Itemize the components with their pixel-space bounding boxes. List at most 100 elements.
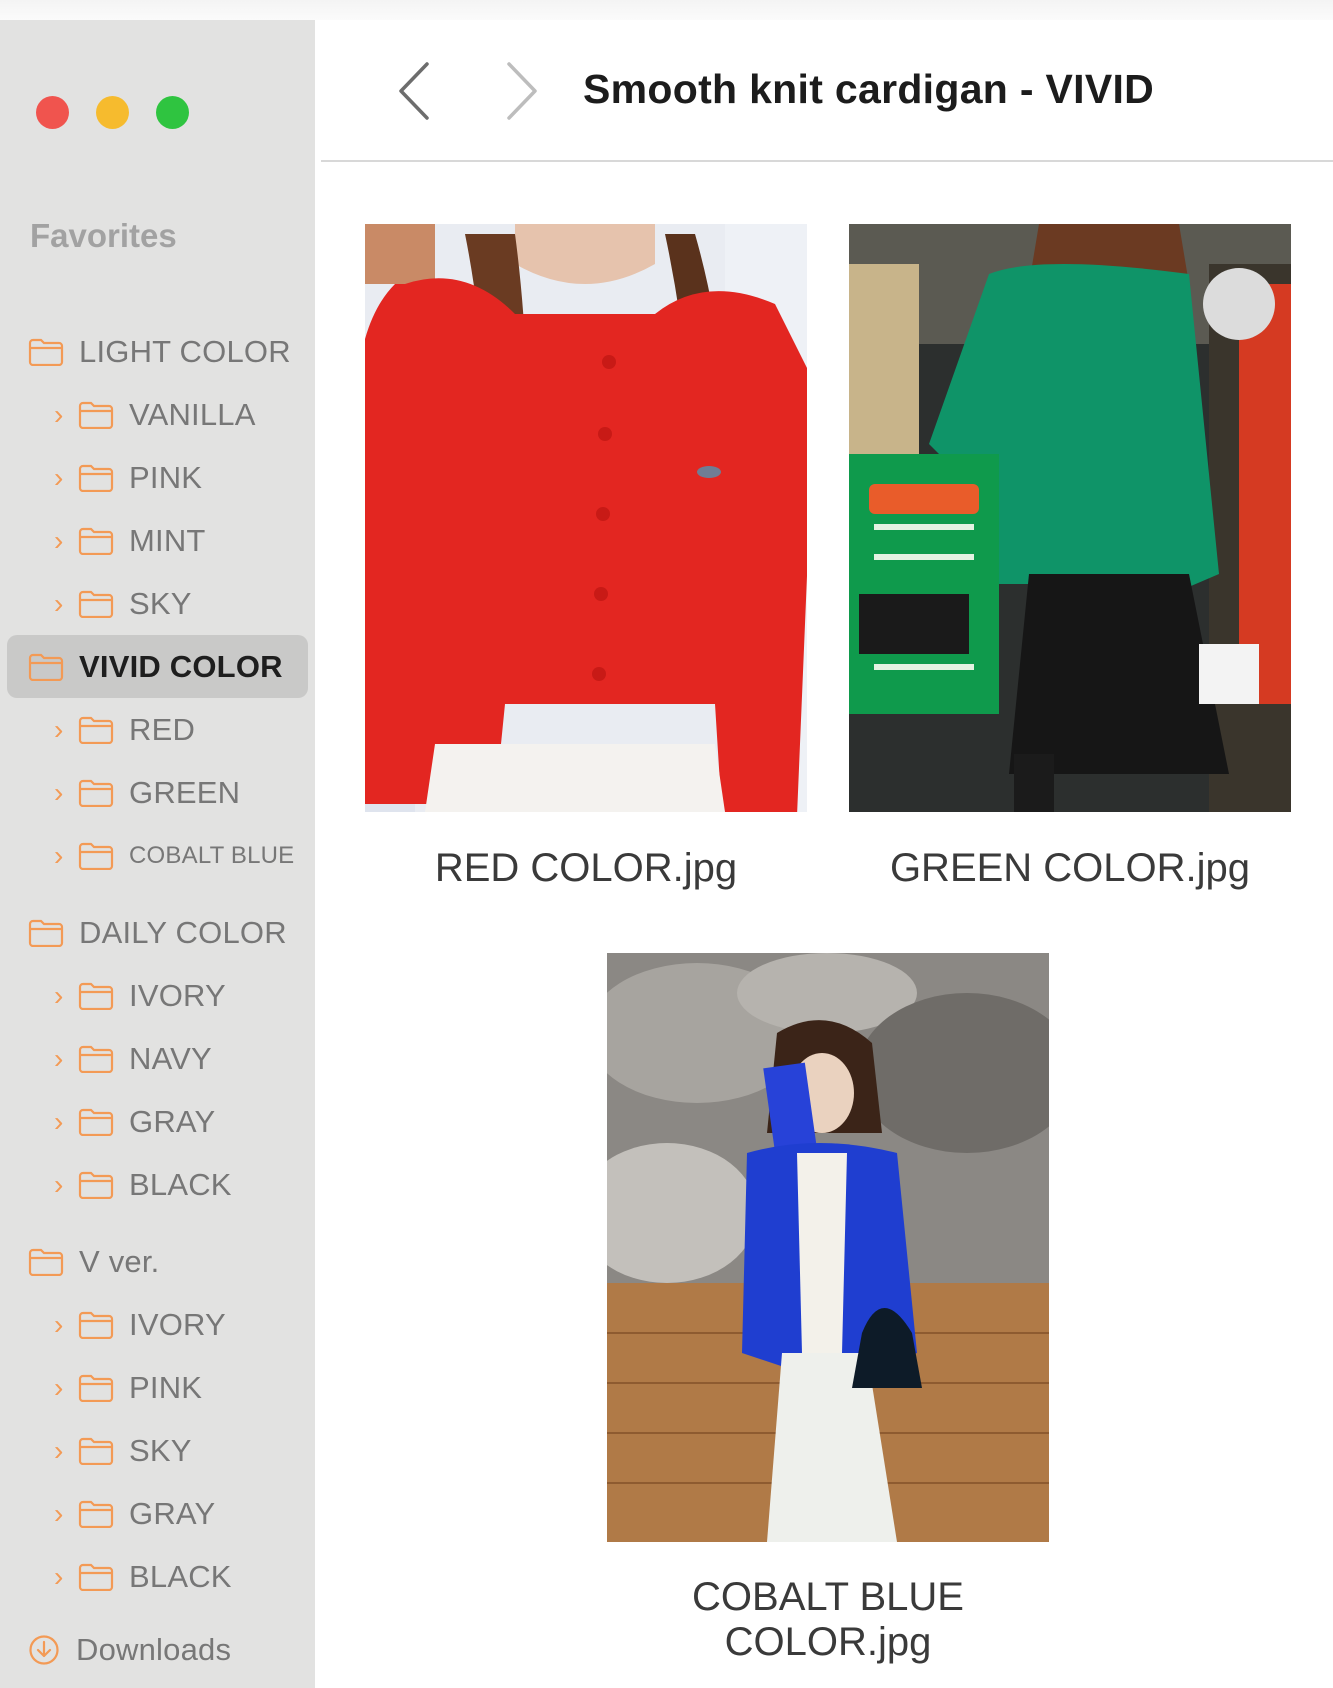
sidebar-item-ivory[interactable]: › IVORY: [0, 964, 315, 1027]
chevron-right-icon[interactable]: ›: [54, 1562, 68, 1591]
folder-icon: [28, 653, 64, 681]
file-name[interactable]: GREEN COLOR.jpg: [849, 846, 1291, 891]
folder-icon: [78, 401, 114, 429]
folder-icon: [78, 1500, 114, 1528]
toolbar: Smooth knit cardigan - VIVID: [321, 20, 1333, 162]
sidebar-item-label: IVORY: [129, 1306, 226, 1342]
sidebar-item-label: SKY: [129, 585, 192, 621]
chevron-right-icon[interactable]: ›: [54, 1436, 68, 1465]
photo-green-cardigan: [849, 224, 1291, 812]
sidebar-item-green[interactable]: › GREEN: [0, 761, 315, 824]
folder-icon: [28, 338, 64, 366]
folder-icon: [78, 1374, 114, 1402]
folder-icon: [78, 1437, 114, 1465]
sidebar-group-v-ver[interactable]: V ver.: [0, 1230, 315, 1293]
sidebar-group-label: VIVID COLOR: [79, 648, 283, 684]
folder-icon: [78, 842, 114, 870]
sidebar-item-black[interactable]: › BLACK: [0, 1153, 315, 1216]
photo-cobalt-blue-cardigan: [607, 953, 1049, 1542]
download-circle-icon: [29, 1634, 59, 1665]
sidebar-group-label: DAILY COLOR: [79, 914, 287, 950]
sidebar-item-sky[interactable]: › SKY: [0, 572, 315, 635]
sidebar-group-light-color[interactable]: LIGHT COLOR: [0, 320, 315, 383]
folder-icon: [78, 527, 114, 555]
sidebar-item-gray[interactable]: › GRAY: [0, 1090, 315, 1153]
folder-icon: [78, 1108, 114, 1136]
file-thumbnail-cobalt-blue[interactable]: [607, 953, 1049, 1542]
sidebar-item-label: NAVY: [129, 1040, 212, 1076]
chevron-right-icon[interactable]: ›: [54, 1373, 68, 1402]
folder-icon: [78, 464, 114, 492]
chevron-right-icon[interactable]: ›: [54, 981, 68, 1010]
sidebar-item-label: BLACK: [129, 1166, 232, 1202]
chevron-right-icon[interactable]: ›: [54, 400, 68, 429]
sidebar-item-downloads[interactable]: Downloads: [0, 1618, 315, 1681]
sidebar-item-v-gray[interactable]: › GRAY: [0, 1482, 315, 1545]
chevron-right-icon[interactable]: ›: [54, 1107, 68, 1136]
sidebar-item-v-pink[interactable]: › PINK: [0, 1356, 315, 1419]
chevron-right-icon[interactable]: ›: [54, 778, 68, 807]
folder-icon: [78, 716, 114, 744]
sidebar-item-label: PINK: [129, 1369, 203, 1405]
sidebar-item-label: GRAY: [129, 1103, 216, 1139]
sidebar-item-label: SKY: [129, 1432, 192, 1468]
chevron-right-icon[interactable]: ›: [54, 463, 68, 492]
sidebar-item-red[interactable]: › RED: [0, 698, 315, 761]
chevron-right-icon[interactable]: ›: [54, 841, 68, 870]
sidebar-item-label: Downloads: [76, 1631, 232, 1667]
chevron-right-icon[interactable]: ›: [54, 589, 68, 618]
file-name[interactable]: RED COLOR.jpg: [365, 846, 807, 891]
sidebar-item-cobalt-blue[interactable]: › COBALT BLUE: [0, 824, 315, 887]
sidebar-item-label: GREEN: [129, 774, 241, 810]
sidebar-item-v-ivory[interactable]: › IVORY: [0, 1293, 315, 1356]
sidebar-item-label: BLACK: [129, 1558, 232, 1594]
sidebar-list: LIGHT COLOR › VANILLA › PINK › MINT › SK…: [0, 320, 315, 1681]
sidebar-item-label: MINT: [129, 522, 206, 558]
minimize-button[interactable]: [96, 96, 129, 129]
traffic-lights: [36, 96, 189, 129]
sidebar-item-pink[interactable]: › PINK: [0, 446, 315, 509]
chevron-right-icon[interactable]: ›: [54, 1310, 68, 1339]
folder-icon: [78, 1563, 114, 1591]
file-name[interactable]: COBALT BLUE COLOR.jpg: [607, 1575, 1049, 1665]
chevron-right-icon[interactable]: ›: [54, 1170, 68, 1199]
sidebar-group-label: V ver.: [79, 1243, 160, 1279]
folder-icon: [78, 1045, 114, 1073]
favorites-heading: Favorites: [30, 217, 177, 254]
sidebar-group-vivid-color[interactable]: VIVID COLOR: [7, 635, 308, 698]
sidebar-item-label: VANILLA: [129, 396, 256, 432]
chevron-right-icon[interactable]: ›: [54, 1044, 68, 1073]
close-button[interactable]: [36, 96, 69, 129]
main-content: Smooth knit cardigan - VIVID RED COLOR.j…: [315, 20, 1333, 1688]
chevron-right-icon[interactable]: [501, 60, 541, 122]
folder-icon: [28, 919, 64, 947]
file-thumbnail-red[interactable]: [365, 224, 807, 812]
chevron-right-icon[interactable]: ›: [54, 526, 68, 555]
folder-icon: [78, 590, 114, 618]
window-title: Smooth knit cardigan - VIVID: [583, 66, 1155, 112]
chevron-right-icon[interactable]: ›: [54, 715, 68, 744]
folder-icon: [78, 982, 114, 1010]
chevron-left-icon[interactable]: [395, 60, 435, 122]
folder-icon: [28, 1248, 64, 1276]
sidebar-item-label: COBALT BLUE: [129, 841, 295, 869]
sidebar-item-mint[interactable]: › MINT: [0, 509, 315, 572]
sidebar-item-v-black[interactable]: › BLACK: [0, 1545, 315, 1608]
sidebar: Favorites LIGHT COLOR › VANILLA › PINK ›…: [0, 20, 315, 1688]
sidebar-item-navy[interactable]: › NAVY: [0, 1027, 315, 1090]
photo-red-cardigan: [365, 224, 807, 812]
sidebar-item-vanilla[interactable]: › VANILLA: [0, 383, 315, 446]
file-thumbnail-green[interactable]: [849, 224, 1291, 812]
sidebar-item-label: RED: [129, 711, 196, 747]
zoom-button[interactable]: [156, 96, 189, 129]
sidebar-item-v-sky[interactable]: › SKY: [0, 1419, 315, 1482]
folder-icon: [78, 1311, 114, 1339]
window-top-strip: [0, 0, 1333, 20]
sidebar-item-label: IVORY: [129, 977, 226, 1013]
sidebar-group-daily-color[interactable]: DAILY COLOR: [0, 901, 315, 964]
chevron-right-icon[interactable]: ›: [54, 1499, 68, 1528]
sidebar-group-label: LIGHT COLOR: [79, 333, 291, 369]
folder-icon: [78, 1171, 114, 1199]
